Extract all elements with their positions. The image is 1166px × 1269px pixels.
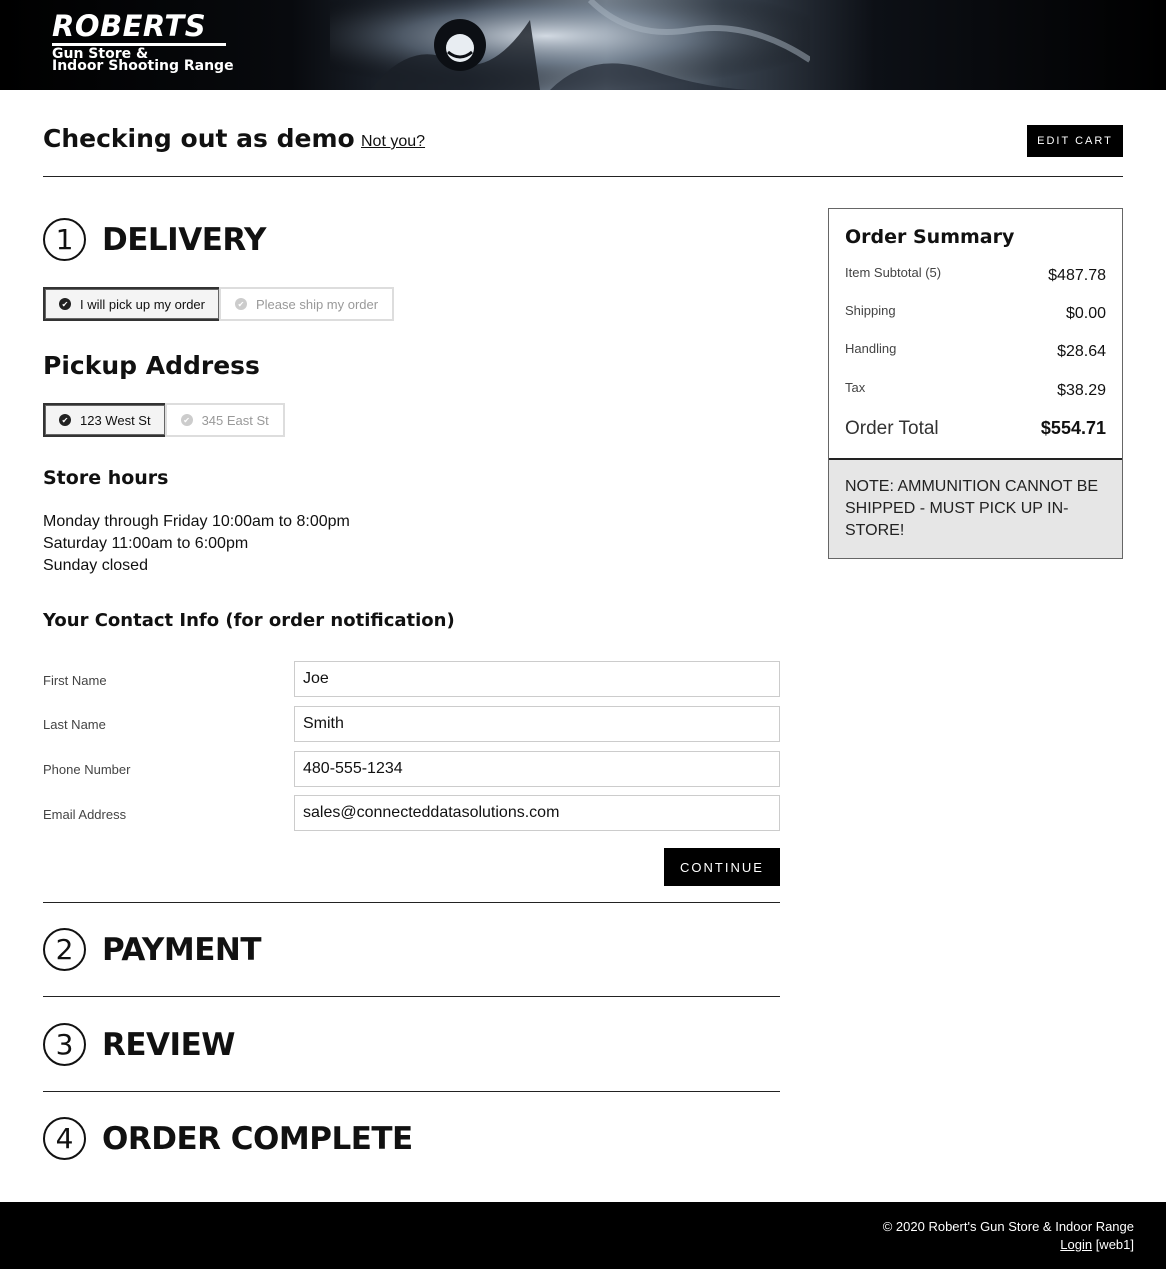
copyright-text: © 2020 Robert's Gun Store & Indoor Range	[882, 1219, 1134, 1234]
server-tag: [web1]	[1095, 1237, 1134, 1252]
email-field[interactable]	[294, 795, 780, 831]
divider	[43, 176, 1123, 177]
summary-row: Item Subtotal (5) $487.78	[845, 265, 1106, 285]
step-number-badge: 4	[43, 1117, 86, 1160]
checkout-title: Checking out as demo	[43, 124, 355, 153]
step-title: ORDER COMPLETE	[102, 1120, 413, 1157]
step-delivery-header: 1 DELIVERY	[43, 218, 267, 261]
divider	[43, 1091, 780, 1092]
last-name-label: Last Name	[43, 717, 106, 732]
summary-value: $28.64	[1057, 343, 1106, 360]
last-name-field[interactable]	[294, 706, 780, 742]
hours-line: Monday through Friday 10:00am to 8:00pm	[43, 513, 350, 530]
shooter-hero-image	[330, 0, 810, 90]
first-name-field[interactable]	[294, 661, 780, 697]
divider	[43, 902, 780, 903]
pickup-option-button[interactable]: ✔ I will pick up my order	[43, 287, 221, 321]
summary-label: Shipping	[845, 303, 896, 318]
summary-row: Tax $38.29	[845, 380, 1106, 400]
order-total-row: Order Total $554.71	[845, 418, 1106, 440]
logo-wordmark: ROBERTS	[52, 9, 207, 43]
phone-field[interactable]	[294, 751, 780, 787]
summary-label: Item Subtotal (5)	[845, 265, 942, 280]
ammunition-note: NOTE: AMMUNITION CANNOT BE SHIPPED - MUS…	[829, 460, 1122, 558]
step-number-badge: 1	[43, 218, 86, 261]
contact-info-title: Your Contact Info (for order notificatio…	[43, 610, 455, 631]
option-label: Please ship my order	[255, 296, 379, 312]
option-label: 345 East St	[201, 412, 269, 428]
check-circle-icon: ✔	[59, 414, 71, 426]
continue-button[interactable]: CONTINUE	[664, 848, 780, 886]
pickup-address-toggle: ✔ 123 West St ✔ 345 East St	[43, 403, 285, 437]
email-label: Email Address	[43, 807, 127, 822]
pickup-address-title: Pickup Address	[43, 351, 260, 380]
step-complete-header[interactable]: 4 ORDER COMPLETE	[43, 1117, 413, 1160]
option-label: I will pick up my order	[80, 296, 205, 312]
site-header: ROBERTS Gun Store & Indoor Shooting Rang…	[0, 0, 1166, 90]
login-link[interactable]: Login	[1060, 1237, 1092, 1252]
summary-value: $0.00	[1065, 305, 1106, 322]
ship-option-button[interactable]: ✔ Please ship my order	[218, 287, 395, 321]
summary-value: $38.29	[1057, 382, 1106, 399]
store-logo[interactable]: ROBERTS Gun Store & Indoor Shooting Rang…	[52, 9, 234, 74]
step-payment-header[interactable]: 2 PAYMENT	[43, 928, 261, 971]
check-circle-icon: ✔	[59, 298, 71, 310]
step-title: DELIVERY	[102, 221, 267, 258]
summary-value: $487.78	[1048, 267, 1106, 284]
summary-label: Handling	[845, 341, 897, 356]
check-circle-icon: ✔	[180, 414, 193, 426]
step-title: PAYMENT	[102, 931, 261, 968]
hours-line: Sunday closed	[43, 557, 148, 574]
first-name-label: First Name	[43, 673, 107, 688]
divider	[43, 996, 780, 997]
order-total-label: Order Total	[845, 418, 939, 439]
order-summary-panel: Order Summary Item Subtotal (5) $487.78 …	[828, 208, 1123, 559]
summary-label: Tax	[845, 380, 866, 395]
logo-subtitle-2: Indoor Shooting Range	[52, 58, 234, 74]
footer-login-line: Login [web1]	[1060, 1237, 1134, 1252]
delivery-method-toggle: ✔ I will pick up my order ✔ Please ship …	[43, 287, 395, 321]
step-title: REVIEW	[102, 1026, 235, 1063]
summary-row: Shipping $0.00	[845, 303, 1106, 323]
store-hours-list: Monday through Friday 10:00am to 8:00pm …	[43, 511, 350, 577]
edit-cart-button[interactable]: EDIT CART	[1027, 125, 1123, 157]
not-you-link[interactable]: Not you?	[361, 133, 425, 151]
order-summary-title: Order Summary	[845, 226, 1015, 248]
step-number-badge: 3	[43, 1023, 86, 1066]
site-footer: © 2020 Robert's Gun Store & Indoor Range…	[0, 1202, 1166, 1269]
address-option-west[interactable]: ✔ 123 West St	[43, 403, 167, 437]
order-total-value: $554.71	[1040, 418, 1106, 438]
summary-row: Handling $28.64	[845, 341, 1106, 361]
option-label: 123 West St	[80, 412, 151, 428]
hours-line: Saturday 11:00am to 6:00pm	[43, 535, 249, 552]
step-review-header[interactable]: 3 REVIEW	[43, 1023, 235, 1066]
store-hours-title: Store hours	[43, 467, 169, 489]
step-number-badge: 2	[43, 928, 86, 971]
address-option-east[interactable]: ✔ 345 East St	[164, 403, 285, 437]
phone-label: Phone Number	[43, 762, 131, 777]
check-circle-icon: ✔	[234, 298, 247, 310]
